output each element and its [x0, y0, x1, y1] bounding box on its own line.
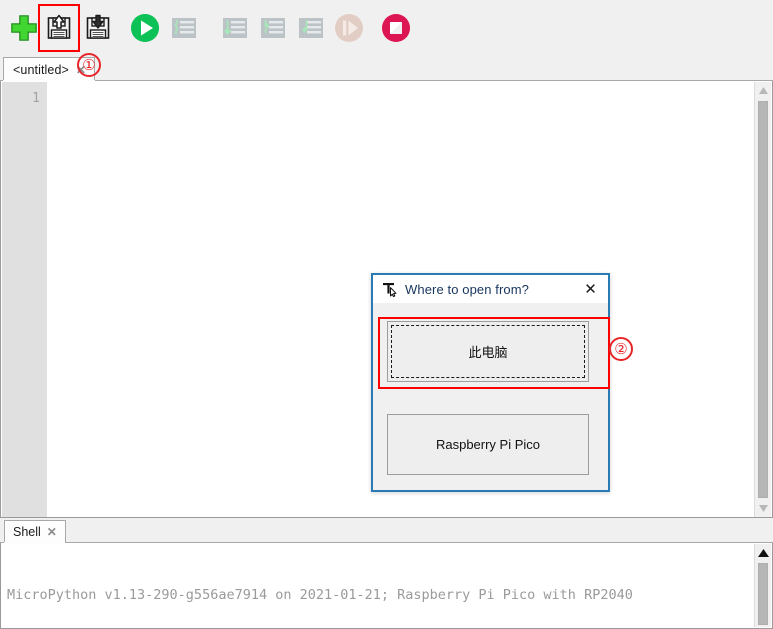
editor-tabbar: <untitled> ✕: [0, 56, 773, 81]
shell-vertical-scrollbar[interactable]: [754, 544, 771, 627]
green-play-icon: [129, 12, 161, 44]
save-file-button[interactable]: [78, 8, 118, 48]
open-from-this-computer-label: 此电脑: [468, 345, 508, 360]
line-number-gutter: 1: [2, 82, 47, 517]
close-icon[interactable]: ✕: [582, 281, 599, 298]
dialog-titlebar: Where to open from? ✕: [373, 275, 608, 303]
annotation-marker-1: ①: [77, 53, 101, 77]
step-into-icon: [258, 13, 288, 43]
shell-scrollbar-thumb[interactable]: [758, 563, 768, 625]
debug-lines-icon: [169, 13, 199, 43]
open-file-button[interactable]: [39, 8, 79, 48]
scroll-up-arrow-icon[interactable]: [755, 544, 772, 561]
shell-output: MicroPython v1.13-290-g556ae7914 on 2021…: [7, 545, 752, 628]
line-number: 1: [32, 91, 40, 106]
step-into-button[interactable]: [253, 8, 293, 48]
shell-tab-label: Shell: [13, 525, 41, 539]
annotation-marker-2-label: ②: [614, 340, 628, 358]
step-out-button[interactable]: [291, 8, 331, 48]
scroll-up-arrow-icon[interactable]: [755, 82, 772, 99]
resume-button[interactable]: [329, 8, 369, 48]
new-file-button[interactable]: [4, 8, 44, 48]
shell-line: MicroPython v1.13-290-g556ae7914 on 2021…: [7, 587, 633, 603]
editor-tab-label: <untitled>: [13, 62, 69, 77]
annotation-marker-1-label: ①: [82, 56, 96, 74]
editor-vertical-scrollbar[interactable]: [754, 82, 771, 517]
shell-tab[interactable]: Shell ✕: [4, 520, 66, 543]
step-over-button[interactable]: [215, 8, 255, 48]
close-icon[interactable]: ✕: [47, 525, 57, 539]
green-plus-icon: [9, 13, 39, 43]
stop-button[interactable]: [376, 8, 416, 48]
shell-tabbar: Shell ✕: [0, 518, 773, 543]
red-stop-icon: [380, 12, 412, 44]
scroll-down-arrow-icon[interactable]: [755, 500, 772, 517]
main-toolbar: [0, 0, 773, 56]
open-from-raspberry-pi-pico-button[interactable]: Raspberry Pi Pico: [387, 414, 589, 475]
dialog-title: Where to open from?: [405, 281, 530, 297]
open-from-raspberry-pi-pico-label: Raspberry Pi Pico: [435, 437, 541, 452]
step-over-icon: [220, 13, 250, 43]
floppy-down-arrow-icon: [83, 13, 113, 43]
shell-panel[interactable]: MicroPython v1.13-290-g556ae7914 on 2021…: [0, 543, 773, 629]
open-from-this-computer-button[interactable]: 此电脑: [387, 321, 589, 382]
annotation-marker-2: ②: [609, 337, 633, 361]
dialog-body: 此电脑 Raspberry Pi Pico: [373, 303, 608, 490]
debug-button[interactable]: [164, 8, 204, 48]
where-to-open-from-dialog: Where to open from? ✕ 此电脑 Raspberry Pi P…: [371, 273, 610, 492]
run-button[interactable]: [125, 8, 165, 48]
resume-icon: [333, 12, 365, 44]
floppy-up-arrow-icon: [44, 13, 74, 43]
thonny-window: <untitled> ✕ ① 1 Shell ✕ MicroPython v1.…: [0, 0, 773, 629]
step-out-icon: [296, 13, 326, 43]
thonny-cursor-icon: [381, 281, 397, 297]
editor-scrollbar-thumb[interactable]: [758, 101, 768, 498]
